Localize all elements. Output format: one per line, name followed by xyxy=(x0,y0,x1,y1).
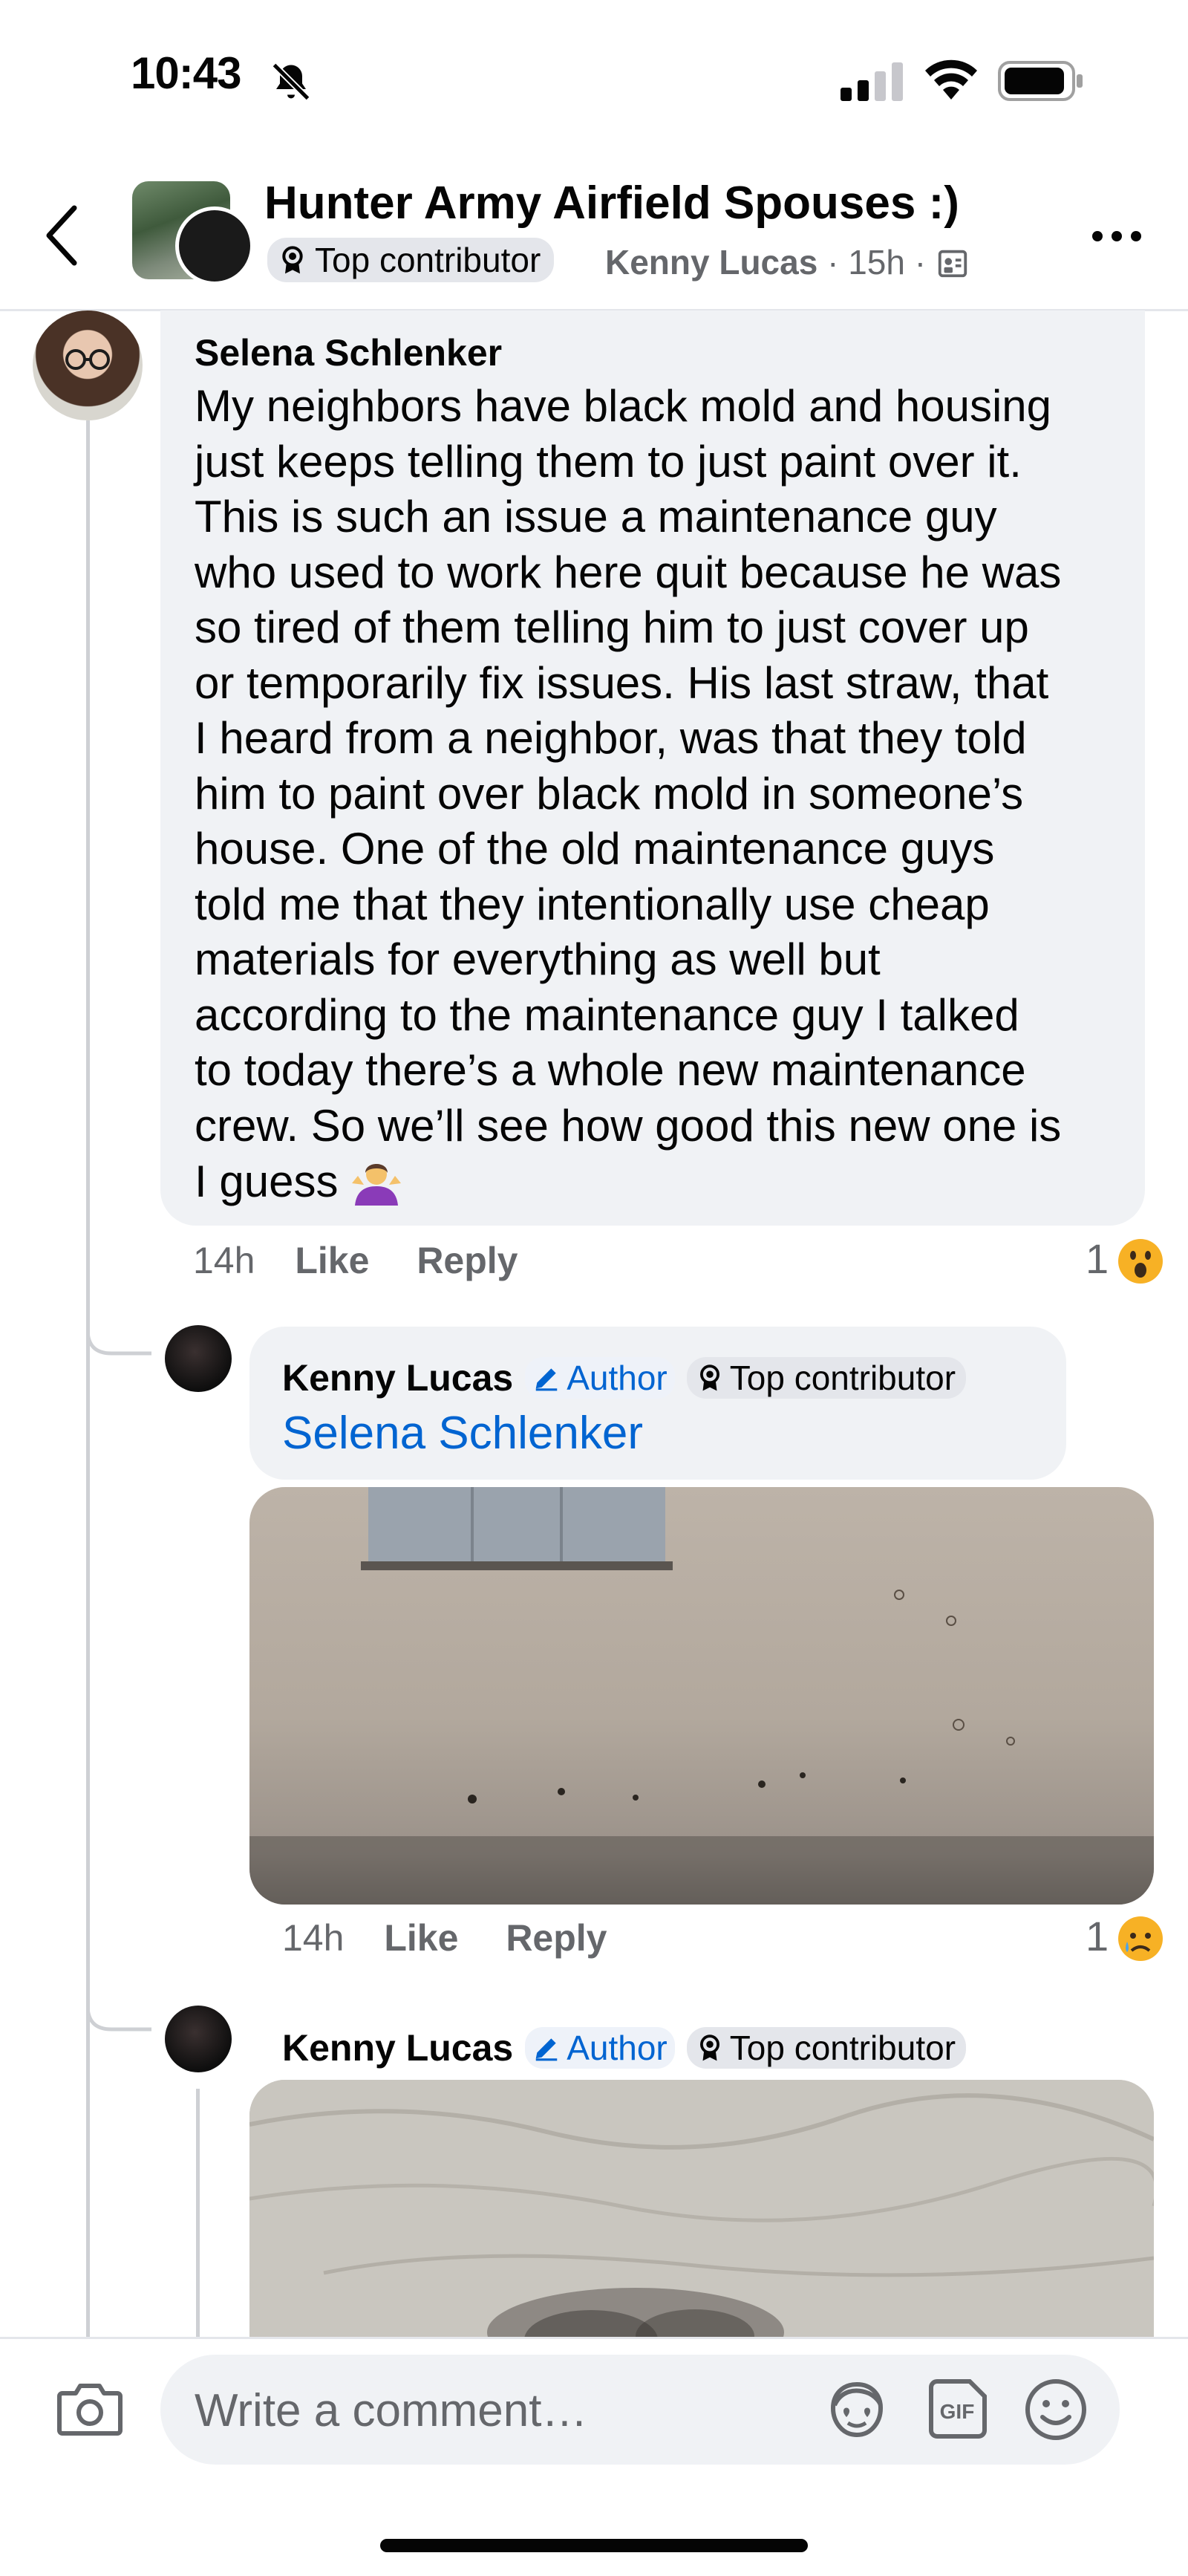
comment-input-placeholder: Write a comment… xyxy=(195,2385,588,2436)
top-contributor-label: Top contributor xyxy=(729,1359,956,1397)
bell-muted-icon xyxy=(272,62,310,101)
like-button[interactable]: Like xyxy=(295,1240,369,1281)
comment-line: told me that they intentionally use chea… xyxy=(195,879,990,929)
reaction-count[interactable]: 1 xyxy=(1086,1912,1109,1960)
reply-avatar[interactable] xyxy=(165,1325,232,1392)
reply-avatar[interactable] xyxy=(165,2006,232,2072)
reply-photo-ceiling[interactable] xyxy=(249,2080,1154,2362)
top-contributor-label: Top contributor xyxy=(729,2029,956,2067)
top-contributor-badge: Top contributor xyxy=(267,238,555,282)
thread-line xyxy=(86,420,90,2352)
gif-icon[interactable]: GIF xyxy=(925,2377,989,2441)
comment-line: him to paint over black mold in someone’… xyxy=(195,768,1024,819)
reply-author-name[interactable]: Kenny Lucas xyxy=(282,1356,513,1399)
top-contributor-badge: Top contributor xyxy=(686,2027,967,2069)
pencil-icon xyxy=(535,2038,558,2061)
signal-icon xyxy=(841,62,903,101)
post-meta: Kenny Lucas · 15h · xyxy=(605,242,970,282)
award-icon xyxy=(699,2035,719,2061)
post-author-name[interactable]: Kenny Lucas xyxy=(605,243,817,282)
top-contributor-label: Top contributor xyxy=(315,241,541,279)
shrug-emoji-icon xyxy=(352,1164,402,1206)
author-badge-label: Author xyxy=(567,1359,668,1397)
reply-time: 14h xyxy=(282,1917,345,1959)
comment-line: I guess xyxy=(195,1154,1130,1210)
commenter-name[interactable]: Selena Schlenker xyxy=(195,331,502,374)
wow-reaction-icon[interactable] xyxy=(1117,1237,1164,1285)
group-audience-icon xyxy=(938,250,967,278)
comment-line: materials for everything as well but xyxy=(195,934,881,984)
pencil-icon xyxy=(535,1368,558,1391)
award-icon xyxy=(699,1365,719,1391)
comment-line-text: I guess xyxy=(195,1157,339,1206)
wifi-icon xyxy=(925,59,977,100)
avatar-sticker-icon[interactable] xyxy=(824,2377,890,2442)
comment-line: just keeps telling them to just paint ov… xyxy=(195,436,1022,487)
battery-icon xyxy=(998,61,1083,101)
commenter-avatar[interactable] xyxy=(33,310,143,420)
svg-text:GIF: GIF xyxy=(940,2400,975,2423)
reaction-count[interactable]: 1 xyxy=(1086,1235,1109,1283)
group-title[interactable]: Hunter Army Airfield Spouses :) xyxy=(264,177,959,230)
glasses-icon xyxy=(65,349,110,370)
reply-author-name[interactable]: Kenny Lucas xyxy=(282,2026,513,2069)
reply-button[interactable]: Reply xyxy=(506,1917,607,1959)
author-badge: Author xyxy=(525,2027,675,2069)
author-badge-label: Author xyxy=(567,2029,668,2067)
camera-icon[interactable] xyxy=(56,2377,123,2436)
author-badge: Author xyxy=(525,1357,675,1399)
post-time: 15h xyxy=(848,243,905,282)
author-avatar[interactable] xyxy=(175,206,254,285)
comment-line: to today there’s a whole new maintenance xyxy=(195,1045,1026,1095)
comment-line: This is such an issue a maintenance guy xyxy=(195,492,997,541)
comment-line: I heard from a neighbor, was that they t… xyxy=(195,713,1027,763)
composer-divider xyxy=(0,2337,1188,2339)
thread-branch xyxy=(86,1285,151,1356)
comment-actions: 14h Like Reply xyxy=(193,1239,518,1282)
reply-button[interactable]: Reply xyxy=(417,1240,518,1281)
comment-line: according to the maintenance guy I talke… xyxy=(195,989,1019,1040)
award-icon xyxy=(282,246,303,274)
back-chevron-icon[interactable] xyxy=(45,204,79,267)
thread-line xyxy=(196,2089,200,2341)
comment-time: 14h xyxy=(193,1240,255,1281)
reply-header: Kenny Lucas Author Top contributor xyxy=(282,1356,967,1399)
sad-reaction-icon[interactable] xyxy=(1117,1915,1164,1962)
like-button[interactable]: Like xyxy=(384,1917,458,1959)
comment-line: crew. So we’ll see how good this new one… xyxy=(195,1100,1062,1151)
status-time: 10:43 xyxy=(131,48,241,98)
comment-line: or temporarily fix issues. His last stra… xyxy=(195,657,1049,708)
reply-photo-wall[interactable] xyxy=(249,1487,1154,1905)
comment-line: so tired of them telling him to just cov… xyxy=(195,602,1029,652)
home-indicator xyxy=(380,2539,808,2552)
comment-line: who used to work here quit because he wa… xyxy=(195,547,1062,597)
comment-line: My neighbors have black mold and housing xyxy=(195,381,1052,431)
more-options-icon[interactable] xyxy=(1090,227,1143,245)
top-contributor-badge: Top contributor xyxy=(686,1357,967,1399)
comment-line: house. One of the old maintenance guys xyxy=(195,824,995,874)
mention-link[interactable]: Selena Schlenker xyxy=(282,1407,643,1460)
reply-actions: 14h Like Reply xyxy=(282,1916,607,1959)
comment-text: My neighbors have black mold and housing… xyxy=(195,379,1130,1210)
emoji-icon[interactable] xyxy=(1023,2377,1089,2442)
reply-header: Kenny Lucas Author Top contributor xyxy=(282,2026,967,2069)
thread-branch xyxy=(86,1961,151,2032)
